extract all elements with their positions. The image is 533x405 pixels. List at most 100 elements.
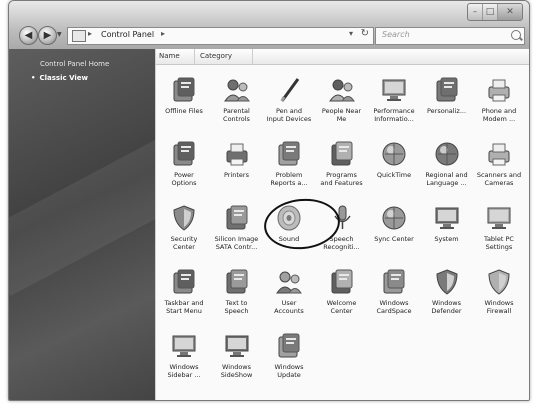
item-label: Windows Defender [431,299,462,315]
control-panel-item[interactable]: Regional and Language ... [420,139,474,199]
search-box[interactable]: Search [375,27,525,45]
globe-icon [430,139,464,169]
control-panel-item[interactable]: People Near Me [315,75,369,135]
shield-icon [167,203,201,233]
bullet-icon: • [31,74,36,82]
control-panel-item[interactable]: Phone and Modem ... [472,75,526,135]
control-panel-item[interactable]: System [420,203,474,263]
printer-icon [220,139,254,169]
breadcrumb-separator[interactable]: ▸ [88,29,92,38]
icon-grid: Offline Files Parental Controls Pen and In… [156,49,529,400]
item-label: Programs and Features [320,171,363,187]
speaker-icon [272,203,306,233]
breadcrumb-separator-end[interactable]: ▸ [161,29,165,38]
control-panel-item[interactable]: Programs and Features [315,139,369,199]
power-icon [167,139,201,169]
item-label: Windows Firewall [484,299,514,315]
control-panel-item[interactable]: Power Options [157,139,211,199]
control-panel-item[interactable]: Pen and Input Devices [262,75,316,135]
programs-icon [325,139,359,169]
item-label: QuickTime [376,171,412,179]
item-label: Tablet PC Settings [484,235,514,251]
microphone-icon [325,203,359,233]
update-icon [272,331,306,361]
control-panel-item[interactable]: Sound [262,203,316,263]
item-label: Phone and Modem ... [481,107,517,123]
item-label: Regional and Language ... [425,171,468,187]
item-label: Power Options [171,171,197,187]
item-label: User Accounts [274,299,304,315]
control-panel-item[interactable]: User Accounts [262,267,316,327]
address-dropdown[interactable]: ▾ [349,29,353,38]
control-panel-item[interactable]: Windows CardSpace [367,267,421,327]
item-label: Windows Sidebar ... [167,363,201,379]
parental-controls-icon [220,75,254,105]
control-panel-item[interactable]: Performance Informatio... [367,75,421,135]
folder-sync-icon [167,75,201,105]
breadcrumb-control-panel[interactable]: Control Panel [101,30,154,39]
navigation-pane: Control Panel Home • Classic View [9,49,155,400]
firewall-icon [482,267,516,297]
sideshow-icon [220,331,254,361]
control-panel-item[interactable]: Parental Controls [210,75,264,135]
control-panel-item[interactable]: Taskbar and Start Menu [157,267,211,327]
control-panel-item[interactable]: Silicon Image SATA Contr... [210,203,264,263]
sata-icon [220,203,254,233]
item-label: Windows SideShow [220,363,253,379]
control-panel-item[interactable]: Windows Sidebar ... [157,331,211,391]
item-label: Taskbar and Start Menu [164,299,204,315]
forward-button[interactable]: ▶ [38,26,57,45]
control-panel-item[interactable]: QuickTime [367,139,421,199]
computer-icon [430,203,464,233]
search-icon[interactable] [511,30,521,40]
control-panel-item[interactable]: Personaliz... [420,75,474,135]
refresh-icon[interactable]: ↻ [361,28,369,39]
users-icon [272,267,306,297]
quicktime-icon [377,139,411,169]
item-label: Parental Controls [223,107,250,123]
scanner-icon [482,139,516,169]
items-view: Name Category Offline Files Parental Cont… [156,49,529,400]
item-label: Text to Speech [224,299,249,315]
control-panel-item[interactable]: Tablet PC Settings [472,203,526,263]
control-panel-item[interactable]: Welcome Center [315,267,369,327]
problem-reports-icon [272,139,306,169]
search-input[interactable]: Search [382,30,410,39]
title-bar: – □ ✕ ◀ ▶ ▼ ▸ Control Panel ▸ ▾ ↻ Search [9,1,529,49]
classic-view-link[interactable]: • Classic View [31,74,88,82]
control-panel-window: – □ ✕ ◀ ▶ ▼ ▸ Control Panel ▸ ▾ ↻ Search… [8,0,530,401]
performance-icon [377,75,411,105]
control-panel-item[interactable]: Speech Recogniti... [315,203,369,263]
personalization-icon [430,75,464,105]
defender-icon [430,267,464,297]
control-panel-item[interactable]: Text to Speech [210,267,264,327]
control-panel-item[interactable]: Windows Update [262,331,316,391]
item-label: Printers [223,171,249,179]
item-label: Offline Files [165,107,203,115]
control-panel-item[interactable]: Security Center [157,203,211,263]
taskbar-icon [167,267,201,297]
welcome-icon [325,267,359,297]
address-bar[interactable]: ▸ Control Panel ▸ ▾ ↻ [67,27,374,45]
item-label: Welcome Center [326,299,357,315]
item-label: Security Center [170,235,198,251]
control-panel-item[interactable]: Printers [210,139,264,199]
control-panel-item[interactable]: Scanners and Cameras [472,139,526,199]
control-panel-item[interactable]: Windows SideShow [210,331,264,391]
control-panel-item[interactable]: Offline Files [157,75,211,135]
item-label: Problem Reports a... [270,171,308,187]
item-label: Scanners and Cameras [476,171,522,187]
control-panel-item[interactable]: Windows Defender [420,267,474,327]
control-panel-item[interactable]: Sync Center [367,203,421,263]
tablet-icon [482,203,516,233]
back-button[interactable]: ◀ [19,26,38,45]
control-panel-item[interactable]: Problem Reports a... [262,139,316,199]
sync-icon [377,203,411,233]
maximize-button[interactable]: □ [482,4,497,20]
minimize-button[interactable]: – [468,4,482,20]
close-button[interactable]: ✕ [497,4,522,20]
control-panel-item[interactable]: Windows Firewall [472,267,526,327]
item-label: Sync Center [374,235,414,243]
recent-pages-dropdown[interactable]: ▼ [57,31,62,38]
control-panel-home-link[interactable]: Control Panel Home [40,60,109,68]
